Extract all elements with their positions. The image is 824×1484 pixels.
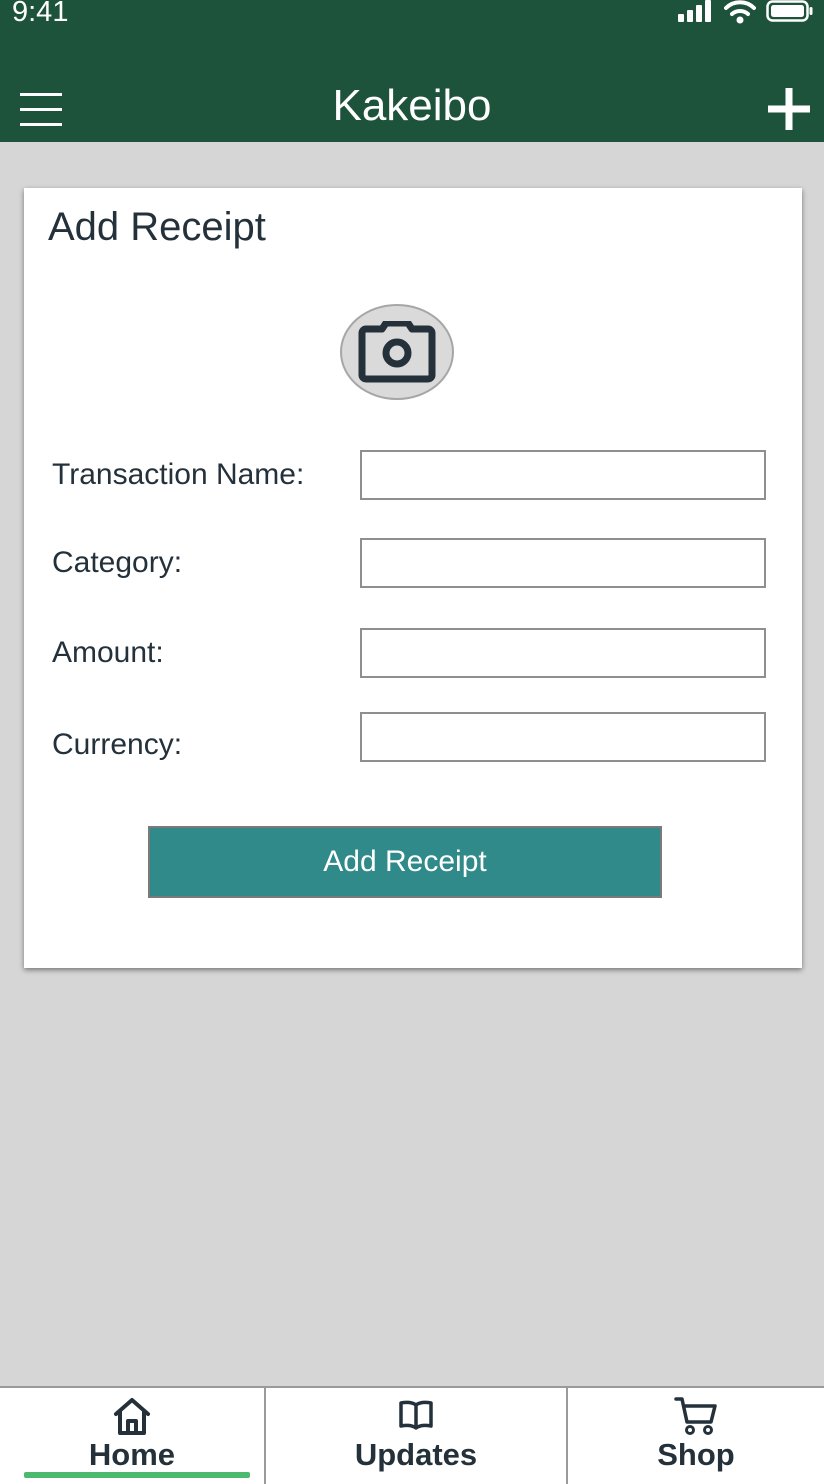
status-icons bbox=[678, 0, 814, 24]
nav-item-updates[interactable]: Updates bbox=[266, 1388, 566, 1484]
add-button[interactable] bbox=[766, 86, 812, 132]
transaction-name-row: Transaction Name: bbox=[52, 450, 768, 500]
add-receipt-button[interactable]: Add Receipt bbox=[148, 826, 662, 898]
status-time: 9:41 bbox=[12, 0, 69, 28]
nav-active-indicator bbox=[24, 1472, 250, 1478]
plus-icon bbox=[768, 88, 810, 130]
transaction-name-input[interactable] bbox=[360, 450, 766, 500]
nav-label-updates: Updates bbox=[354, 1437, 478, 1472]
category-row: Category: bbox=[52, 538, 768, 588]
nav-item-home[interactable]: Home bbox=[0, 1388, 264, 1484]
currency-row: Currency: bbox=[52, 712, 768, 762]
amount-row: Amount: bbox=[52, 628, 768, 678]
nav-item-shop[interactable]: Shop bbox=[568, 1388, 824, 1484]
camera-button[interactable] bbox=[340, 304, 454, 400]
category-input[interactable] bbox=[360, 538, 766, 588]
nav-label-home: Home bbox=[88, 1437, 176, 1472]
transaction-name-label: Transaction Name: bbox=[52, 458, 305, 491]
home-icon bbox=[114, 1398, 150, 1435]
signal-icon bbox=[678, 0, 711, 22]
category-label: Category: bbox=[52, 546, 183, 579]
wifi-icon bbox=[724, 0, 756, 24]
cart-icon bbox=[674, 1397, 717, 1435]
app-title: Kakeibo bbox=[332, 81, 492, 130]
battery-icon bbox=[766, 0, 813, 22]
nav-label-shop: Shop bbox=[657, 1437, 735, 1472]
currency-label: Currency: bbox=[52, 728, 183, 761]
amount-input[interactable] bbox=[360, 628, 766, 678]
add-receipt-card: Add Receipt Transaction Name: Category: … bbox=[24, 188, 802, 968]
currency-input[interactable] bbox=[360, 712, 766, 762]
amount-label: Amount: bbox=[52, 636, 164, 669]
app-header: 9:41 Kakeibo bbox=[0, 0, 824, 142]
book-icon bbox=[399, 1400, 433, 1430]
card-title: Add Receipt bbox=[48, 205, 266, 249]
bottom-nav: Home Updates Shop bbox=[0, 1386, 824, 1484]
camera-icon bbox=[358, 321, 436, 383]
